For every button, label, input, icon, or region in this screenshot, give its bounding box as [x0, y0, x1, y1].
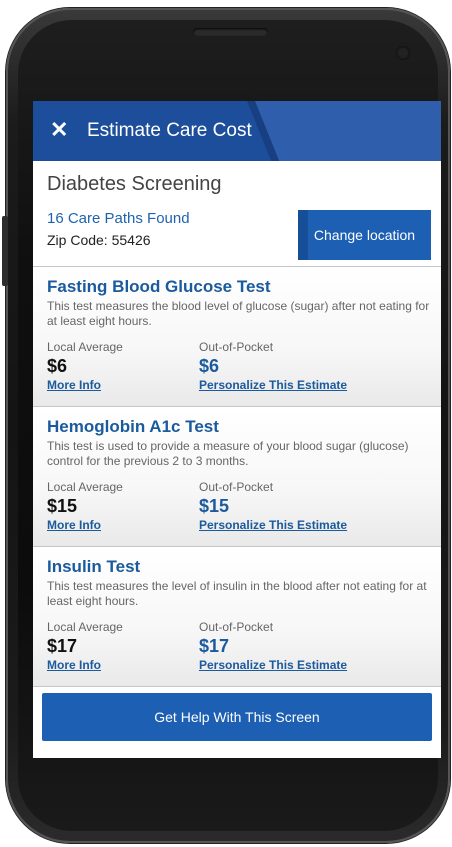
test-title: Hemoglobin A1c Test — [47, 417, 219, 436]
local-average-label: Local Average — [47, 480, 123, 494]
personalize-estimate-link[interactable]: Personalize This Estimate — [199, 658, 347, 672]
get-help-label: Get Help With This Screen — [154, 709, 320, 725]
get-help-button[interactable]: Get Help With This Screen — [42, 693, 432, 741]
more-info-link[interactable]: More Info — [47, 378, 101, 392]
local-average-label: Local Average — [47, 620, 123, 634]
side-button — [2, 216, 8, 286]
app-screen: ✕ Estimate Care Cost Diabetes Screening … — [33, 101, 441, 758]
front-camera — [396, 46, 410, 60]
zip-code: Zip Code: 55426 — [47, 232, 151, 248]
out-of-pocket-label: Out-of-Pocket — [199, 620, 274, 634]
out-of-pocket-value: $6 — [199, 356, 220, 376]
test-card-fasting-glucose: Fasting Blood Glucose Test This test mea… — [33, 267, 441, 407]
app-header: ✕ Estimate Care Cost — [33, 101, 441, 161]
local-average-value: $6 — [47, 356, 68, 376]
test-description: This test measures the level of insulin … — [47, 579, 427, 608]
test-description: This test measures the blood level of gl… — [47, 299, 430, 328]
test-title: Insulin Test — [47, 557, 141, 576]
care-paths-count: 16 Care Paths Found — [47, 210, 190, 227]
more-info-link[interactable]: More Info — [47, 518, 101, 532]
personalize-estimate-link[interactable]: Personalize This Estimate — [199, 518, 347, 532]
out-of-pocket-value: $15 — [199, 496, 230, 516]
change-location-button[interactable]: Change location — [298, 210, 431, 260]
header-fold — [255, 101, 441, 161]
earpiece-speaker — [193, 28, 268, 36]
test-description: This test is used to provide a measure o… — [47, 439, 409, 468]
local-average-value: $15 — [47, 496, 78, 516]
header-title: Estimate Care Cost — [87, 120, 252, 141]
more-info-link[interactable]: More Info — [47, 658, 101, 672]
test-card-hemoglobin-a1c: Hemoglobin A1c Test This test is used to… — [33, 407, 441, 547]
personalize-estimate-link[interactable]: Personalize This Estimate — [199, 378, 347, 392]
out-of-pocket-value: $17 — [199, 636, 230, 656]
local-average-value: $17 — [47, 636, 78, 656]
change-location-label: Change location — [313, 227, 416, 243]
results-summary: Diabetes Screening 16 Care Paths Found Z… — [33, 161, 441, 267]
out-of-pocket-label: Out-of-Pocket — [199, 340, 274, 354]
test-title: Fasting Blood Glucose Test — [47, 277, 271, 296]
local-average-label: Local Average — [47, 340, 123, 354]
page-title: Diabetes Screening — [47, 173, 222, 195]
test-card-insulin: Insulin Test This test measures the leve… — [33, 547, 441, 687]
out-of-pocket-label: Out-of-Pocket — [199, 480, 274, 494]
close-icon[interactable]: ✕ — [50, 117, 68, 143]
